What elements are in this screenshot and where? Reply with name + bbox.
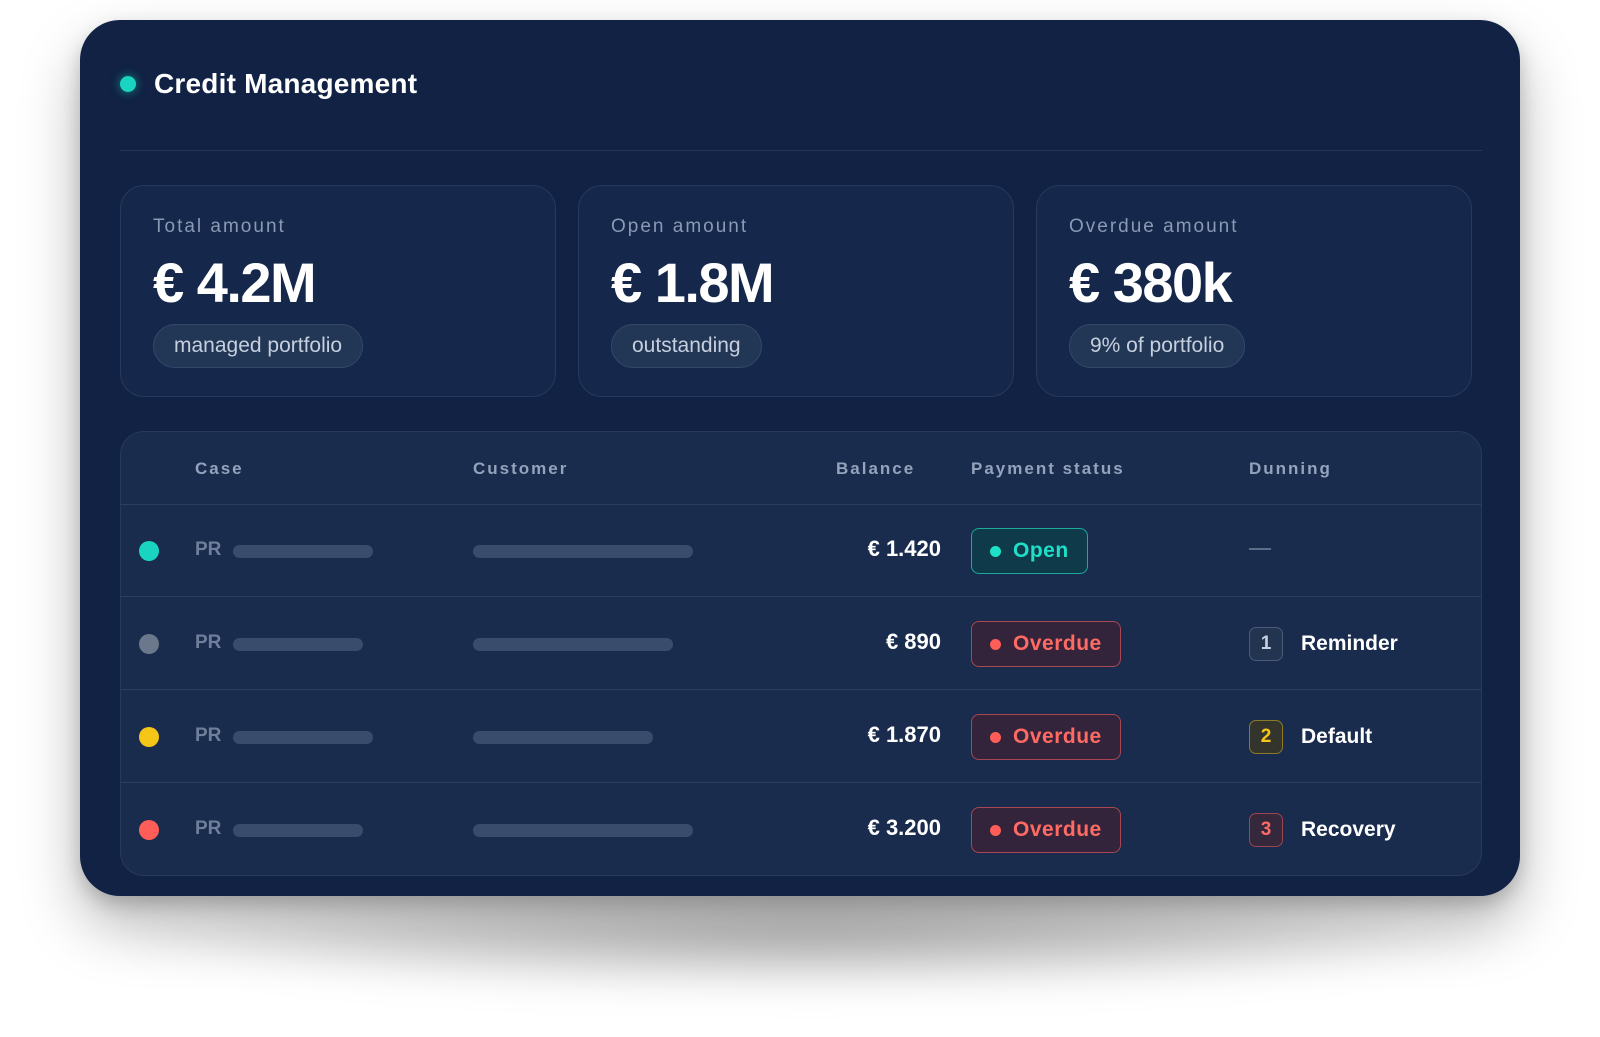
row-status-dot: [139, 820, 159, 840]
cases-table: Case Customer Balance Payment status Dun…: [120, 431, 1482, 876]
case-prefix: PR: [195, 632, 222, 653]
status-label: Overdue: [1013, 632, 1102, 655]
status-label: Overdue: [1013, 818, 1102, 841]
status-dot: [990, 824, 1001, 836]
table-row[interactable]: PR € 890 Overdue 1 Reminder: [121, 597, 1481, 690]
row-status-dot: [139, 634, 159, 654]
customer-name-placeholder: [473, 731, 653, 744]
column-header-case[interactable]: Case: [195, 459, 244, 479]
case-id-placeholder: [233, 638, 363, 651]
status-label: Open: [1013, 539, 1069, 562]
column-header-payment-status[interactable]: Payment status: [971, 459, 1125, 479]
balance-value: € 1.870: [867, 722, 941, 747]
card-drop-shadow: [120, 880, 1500, 990]
customer-name-placeholder: [473, 824, 693, 837]
stat-card-open: Open amount € 1.8M outstanding: [578, 185, 1014, 397]
stat-pill: outstanding: [611, 324, 762, 368]
dunning-label: Recovery: [1301, 818, 1396, 841]
table-row[interactable]: PR € 1.870 Overdue 2 Default: [121, 690, 1481, 783]
case-prefix: PR: [195, 539, 222, 560]
case-id-placeholder: [233, 731, 373, 744]
column-header-customer[interactable]: Customer: [473, 459, 568, 479]
status-label: Overdue: [1013, 725, 1102, 748]
column-header-balance[interactable]: Balance: [836, 459, 915, 479]
balance-value: € 890: [885, 629, 941, 654]
customer-name-placeholder: [473, 638, 673, 651]
dunning-empty-dash: [1249, 548, 1271, 550]
stat-label: Open amount: [611, 216, 749, 237]
header-divider: [120, 150, 1482, 151]
dunning-level-badge: 3: [1249, 813, 1283, 847]
row-status-dot: [139, 541, 159, 561]
stat-card-total: Total amount € 4.2M managed portfolio: [120, 185, 556, 397]
balance-value: € 3.200: [867, 815, 941, 840]
case-prefix: PR: [195, 725, 222, 746]
credit-management-card: Credit Management Total amount € 4.2M ma…: [80, 20, 1520, 896]
payment-status-badge: Overdue: [971, 714, 1121, 760]
stat-cards: Total amount € 4.2M managed portfolio Op…: [120, 185, 1480, 397]
dunning-level-badge: 2: [1249, 720, 1283, 754]
stat-card-overdue: Overdue amount € 380k 9% of portfolio: [1036, 185, 1472, 397]
balance-value: € 1.420: [867, 536, 941, 561]
table-header: Case Customer Balance Payment status Dun…: [121, 432, 1481, 505]
column-header-dunning[interactable]: Dunning: [1249, 459, 1332, 479]
table-row[interactable]: PR € 3.200 Overdue 3 Recovery: [121, 783, 1481, 875]
dunning-label: Default: [1301, 725, 1373, 748]
case-id-placeholder: [233, 545, 373, 558]
stat-pill: 9% of portfolio: [1069, 324, 1246, 368]
status-dot: [990, 731, 1001, 743]
case-prefix: PR: [195, 818, 222, 839]
case-id-placeholder: [233, 824, 363, 837]
stat-value: € 4.2M: [153, 251, 317, 314]
stat-label: Overdue amount: [1069, 216, 1239, 237]
customer-name-placeholder: [473, 545, 693, 558]
dunning-label: Reminder: [1301, 632, 1398, 655]
stat-pill: managed portfolio: [153, 324, 364, 368]
row-status-dot: [139, 727, 159, 747]
payment-status-badge: Overdue: [971, 621, 1121, 667]
payment-status-badge: Overdue: [971, 807, 1121, 853]
table-row[interactable]: PR € 1.420 Open: [121, 504, 1481, 597]
status-dot: [990, 545, 1001, 557]
stat-label: Total amount: [153, 216, 286, 237]
stat-value: € 380k: [1069, 251, 1233, 314]
card-header: Credit Management: [120, 64, 417, 104]
live-indicator-dot: [120, 76, 136, 92]
payment-status-badge: Open: [971, 528, 1088, 574]
dunning-level-badge: 1: [1249, 627, 1283, 661]
stat-value: € 1.8M: [611, 251, 775, 314]
status-dot: [990, 638, 1001, 650]
page-title: Credit Management: [154, 68, 418, 99]
